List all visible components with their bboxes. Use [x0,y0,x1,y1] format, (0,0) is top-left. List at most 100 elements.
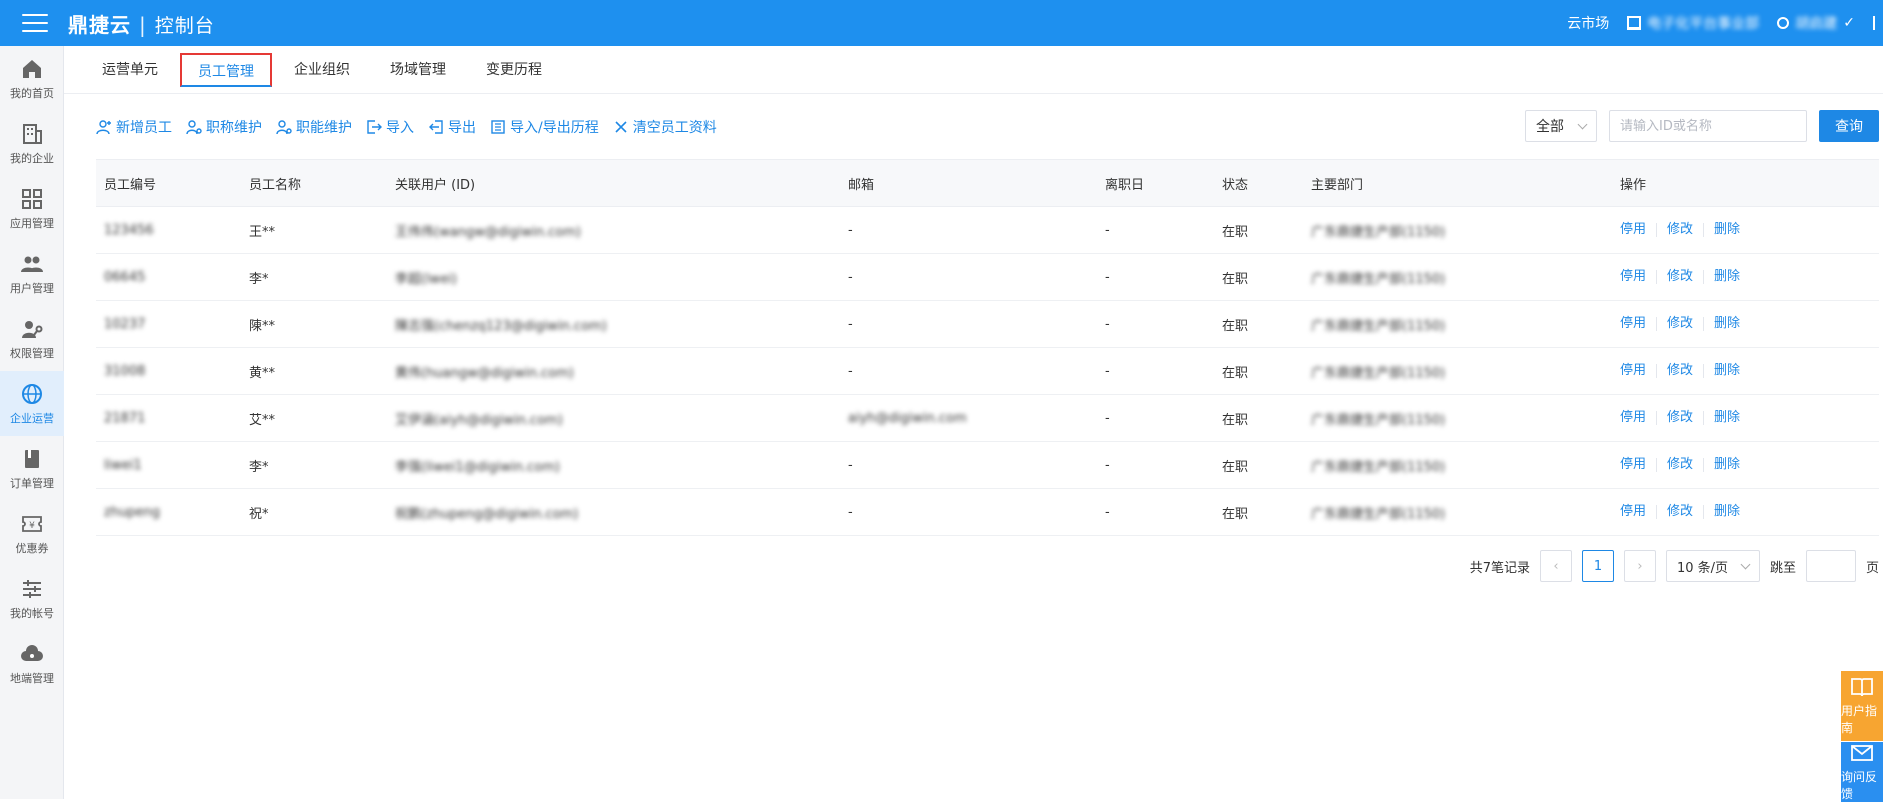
sidebar-item-coupons[interactable]: ¥ 优惠券 [0,501,64,566]
title-maintain-button[interactable]: 职称维护 [186,117,262,137]
edit-button[interactable]: 修改 [1657,270,1705,284]
user-menu[interactable]: 胡启建 ✓ [1777,13,1855,33]
brand-title[interactable]: 鼎捷云 | 控制台 [68,9,215,38]
book-icon [19,447,45,471]
top-bar: 鼎捷云 | 控制台 云市场 电子化平台事业部 胡启建 ✓ [0,0,1883,46]
import-export-history-label: 导入/导出历程 [510,120,599,136]
tab-operation-unit[interactable]: 运营单元 [82,53,178,87]
close-icon [615,121,627,133]
leave-date-cell-text: - [1105,269,1110,285]
email-cell: - [840,347,1097,395]
col-employee-id[interactable]: 员工编号 [96,159,241,207]
edit-button[interactable]: 修改 [1657,317,1705,331]
delete-button[interactable]: 删除 [1704,317,1750,331]
org-switcher[interactable]: 电子化平台事业部 [1627,13,1759,33]
edit-button[interactable]: 修改 [1657,223,1705,237]
sidebar-item-onprem[interactable]: 地端管理 [0,631,64,696]
clear-employees-label: 清空员工资料 [632,120,717,136]
col-main-dept[interactable]: 主要部门 [1303,159,1612,207]
main-dept-cell-text: 广东鼎捷生产部(1150) [1311,365,1446,381]
col-employee-name[interactable]: 员工名称 [241,159,387,207]
status-cell: 在职 [1214,394,1303,442]
building-icon [19,122,45,146]
tab-change-history[interactable]: 变更历程 [466,53,562,87]
scope-select[interactable]: 全部 [1525,110,1597,142]
col-email[interactable]: 邮箱 [840,159,1097,207]
edit-button[interactable]: 修改 [1657,505,1705,519]
edit-button[interactable]: 修改 [1657,458,1705,472]
employee-name-cell: 艾** [241,394,387,442]
more-icon[interactable] [1873,16,1879,30]
page-number-button[interactable]: 1 [1581,550,1614,582]
import-button[interactable]: 导入 [366,117,414,137]
tab-site-management[interactable]: 场域管理 [370,53,466,87]
edit-button[interactable]: 修改 [1657,364,1705,378]
col-linked-user[interactable]: 关联用户 (ID) [387,159,840,207]
delete-button[interactable]: 删除 [1704,223,1750,237]
sidebar-item-operations[interactable]: 企业运营 [0,371,64,436]
disable-button[interactable]: 停用 [1620,505,1658,519]
delete-button[interactable]: 删除 [1704,411,1750,425]
sidebar-item-account[interactable]: 我的帐号 [0,566,64,631]
sidebar-item-apps[interactable]: 应用管理 [0,176,64,241]
sidebar-item-home[interactable]: 我的首页 [0,46,64,111]
employee-name-cell: 李* [241,253,387,301]
add-employee-button[interactable]: 新增员工 [96,117,172,137]
clear-employees-button[interactable]: 清空员工资料 [613,117,717,137]
employee-name-cell: 祝* [241,488,387,536]
duty-maintain-button[interactable]: 职能维护 [276,117,352,137]
employee-name-cell-text: 黄** [249,365,276,381]
disable-button[interactable]: 停用 [1620,223,1658,237]
user-icon [1777,17,1790,29]
import-export-history-button[interactable]: 导入/导出历程 [490,117,599,137]
mail-icon [1851,745,1873,761]
disable-button[interactable]: 停用 [1620,458,1658,472]
query-button[interactable]: 查询 [1819,110,1879,142]
disable-button[interactable]: 停用 [1620,411,1658,425]
employee-id-cell: 06645 [96,253,241,301]
console-title: 控制台 [154,14,215,37]
jump-page-input[interactable] [1805,550,1856,582]
cloud-market-link[interactable]: 云市场 [1567,13,1609,33]
status-cell-text: 在职 [1222,459,1249,475]
tab-bar: 运营单元 员工管理 企业组织 场域管理 变更历程 [64,46,1883,94]
sidebar-item-users[interactable]: 用户管理 [0,241,64,306]
actions-cell: 停用 修改 删除 [1612,253,1879,301]
tab-enterprise-org[interactable]: 企业组织 [274,53,370,87]
delete-button[interactable]: 删除 [1704,364,1750,378]
sidebar-item-enterprise[interactable]: 我的企业 [0,111,64,176]
tab-employee-management[interactable]: 员工管理 [180,52,272,87]
disable-button[interactable]: 停用 [1620,364,1658,378]
export-button[interactable]: 导出 [428,117,476,137]
svg-text:¥: ¥ [29,521,35,531]
actions-cell: 停用 修改 删除 [1612,206,1879,254]
table-row: zhupeng 祝* 祝鹏(zhupeng@digiwin.com) - - 在职 广东鼎捷… [96,488,1879,536]
col-leave-date[interactable]: 离职日 [1097,159,1214,207]
delete-button[interactable]: 删除 [1704,505,1750,519]
prev-page-button[interactable]: ‹ [1539,550,1572,582]
menu-icon[interactable] [22,14,48,32]
employee-id-cell-text: 31008 [104,363,146,379]
row-actions: 停用 修改 删除 [1620,458,1879,472]
disable-button[interactable]: 停用 [1620,270,1658,284]
page-size-select[interactable]: 10 条/页 [1665,550,1760,582]
sidebar-item-orders[interactable]: 订单管理 [0,436,64,501]
search-input[interactable] [1609,110,1807,142]
delete-button[interactable]: 删除 [1704,270,1750,284]
row-actions: 停用 修改 删除 [1620,223,1879,237]
leave-date-cell: - [1097,206,1214,254]
leave-date-cell-text: - [1105,457,1110,473]
status-cell: 在职 [1214,347,1303,395]
disable-button[interactable]: 停用 [1620,317,1658,331]
actions-cell: 停用 修改 删除 [1612,300,1879,348]
next-page-button[interactable]: › [1623,550,1656,582]
user-guide-widget[interactable]: 用户指南 [1841,671,1883,741]
linked-user-cell: 王伟伟(wangw@digiwin.com) [387,206,840,254]
col-status[interactable]: 状态 [1214,159,1303,207]
table-row: 10237 陳** 陳志强(chenzq123@digiwin.com) - - 在职 广东… [96,300,1879,348]
status-cell-text: 在职 [1222,271,1249,287]
sidebar-item-permissions[interactable]: 权限管理 [0,306,64,371]
delete-button[interactable]: 删除 [1704,458,1750,472]
edit-button[interactable]: 修改 [1657,411,1705,425]
feedback-widget[interactable]: 询问反馈 [1841,742,1883,802]
